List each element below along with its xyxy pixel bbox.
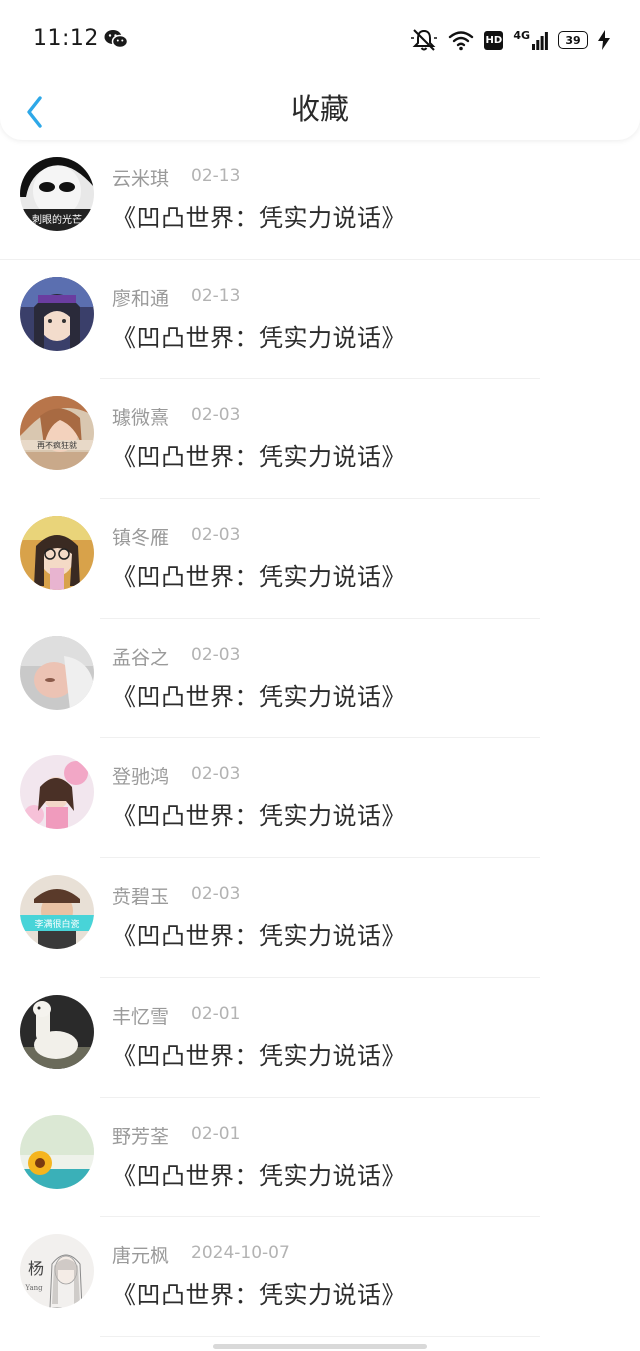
favorite-title: 《凹凸世界：凭实力说话》 bbox=[112, 204, 406, 232]
favorite-title: 《凹凸世界：凭实力说话》 bbox=[112, 802, 406, 831]
user-name: 廖和通 bbox=[112, 287, 170, 310]
favorite-title: 《凹凸世界：凭实力说话》 bbox=[112, 323, 406, 352]
wechat-icon bbox=[104, 29, 129, 49]
nav-bar: 收藏 bbox=[0, 80, 640, 136]
list-item[interactable]: 杨 Yang 唐元枫 2024-10-07 《凹凸世界：凭实力说话》 bbox=[0, 1217, 640, 1337]
list-item[interactable]: 孟谷之 02-03 《凹凸世界：凭实力说话》 bbox=[0, 619, 640, 739]
post-date: 02-13 bbox=[191, 166, 241, 186]
favorite-title: 《凹凸世界：凭实力说话》 bbox=[112, 682, 406, 711]
list-item[interactable]: 丰忆雪 02-01 《凹凸世界：凭实力说话》 bbox=[0, 978, 640, 1098]
avatar bbox=[20, 755, 94, 830]
network-type: 4G bbox=[513, 29, 530, 42]
user-name: 丰忆雪 bbox=[112, 1005, 170, 1028]
list-item[interactable]: 镇冬雁 02-03 《凹凸世界：凭实力说话》 bbox=[0, 499, 640, 619]
avatar bbox=[20, 1114, 94, 1189]
svg-text:杨: 杨 bbox=[28, 1259, 44, 1278]
list-item[interactable]: 再不疯狂就 璩微熹 02-03 《凹凸世界：凭实力说话》 bbox=[0, 379, 640, 500]
avatar bbox=[20, 994, 94, 1069]
avatar bbox=[20, 516, 94, 591]
user-name: 璩微熹 bbox=[112, 407, 170, 430]
svg-text:再不疯狂就: 再不疯狂就 bbox=[37, 440, 77, 450]
list-item[interactable]: 廖和通 02-13 《凹凸世界：凭实力说话》 bbox=[0, 260, 640, 380]
favorite-title: 《凹凸世界：凭实力说话》 bbox=[112, 443, 406, 472]
user-name: 唐元枫 bbox=[112, 1245, 170, 1268]
post-date: 02-13 bbox=[191, 285, 241, 306]
post-date: 02-03 bbox=[191, 764, 241, 785]
post-date: 02-03 bbox=[191, 644, 241, 665]
top-bar: 11:12 HD 4G 39 收藏 bbox=[0, 0, 640, 140]
avatar: 杨 Yang bbox=[20, 1234, 94, 1309]
avatar bbox=[20, 276, 94, 351]
post-date: 2024-10-07 bbox=[191, 1243, 290, 1264]
user-name: 野芳荃 bbox=[112, 1125, 170, 1148]
post-date: 02-01 bbox=[191, 1123, 241, 1144]
svg-text:Yang: Yang bbox=[24, 1284, 43, 1292]
post-date: 02-03 bbox=[191, 405, 241, 426]
user-name: 孟谷之 bbox=[112, 646, 170, 669]
post-date: 02-03 bbox=[191, 525, 241, 546]
status-time: 11:12 bbox=[33, 26, 99, 51]
signal-icon: 4G bbox=[513, 30, 548, 50]
avatar: 李满很白瓷 bbox=[20, 875, 94, 950]
post-date: 02-01 bbox=[191, 1003, 241, 1024]
page-title: 收藏 bbox=[290, 92, 349, 126]
avatar: 再不疯狂就 bbox=[20, 396, 94, 471]
hd-badge: HD bbox=[484, 30, 504, 50]
svg-text:刺眼的光芒: 刺眼的光芒 bbox=[32, 213, 82, 226]
user-name: 登驰鸿 bbox=[112, 766, 170, 789]
battery-indicator: 39 bbox=[558, 31, 588, 49]
favorite-title: 《凹凸世界：凭实力说话》 bbox=[112, 1161, 406, 1190]
divider bbox=[100, 1335, 540, 1337]
list-item[interactable]: 刺眼的光芒 云米琪 02-13 《凹凸世界：凭实力说话》 bbox=[0, 140, 640, 260]
home-indicator[interactable] bbox=[213, 1344, 427, 1349]
status-bar: 11:12 HD 4G 39 bbox=[0, 0, 640, 80]
avatar bbox=[20, 635, 94, 710]
mute-bell-icon bbox=[410, 28, 438, 52]
charging-icon bbox=[598, 30, 610, 50]
user-name: 云米琪 bbox=[112, 168, 170, 190]
post-date: 02-03 bbox=[191, 884, 241, 905]
svg-text:李满很白瓷: 李满很白瓷 bbox=[34, 918, 79, 930]
list-item[interactable]: 野芳荃 02-01 《凹凸世界：凭实力说话》 bbox=[0, 1098, 640, 1218]
favorite-title: 《凹凸世界：凭实力说话》 bbox=[112, 1281, 406, 1310]
user-name: 镇冬雁 bbox=[112, 527, 170, 550]
user-name: 贲碧玉 bbox=[112, 886, 170, 909]
list-item[interactable]: 李满很白瓷 贲碧玉 02-03 《凹凸世界：凭实力说话》 bbox=[0, 858, 640, 978]
favorite-title: 《凹凸世界：凭实力说话》 bbox=[112, 1041, 406, 1070]
favorite-title: 《凹凸世界：凭实力说话》 bbox=[112, 922, 406, 951]
list-item[interactable]: 登驰鸿 02-03 《凹凸世界：凭实力说话》 bbox=[0, 738, 640, 859]
favorite-title: 《凹凸世界：凭实力说话》 bbox=[112, 563, 406, 592]
wifi-icon bbox=[448, 29, 474, 51]
favorites-list: 刺眼的光芒 云米琪 02-13 《凹凸世界：凭实力说话》 廖和通 02-13 《… bbox=[0, 140, 640, 1337]
avatar: 刺眼的光芒 bbox=[20, 157, 94, 231]
